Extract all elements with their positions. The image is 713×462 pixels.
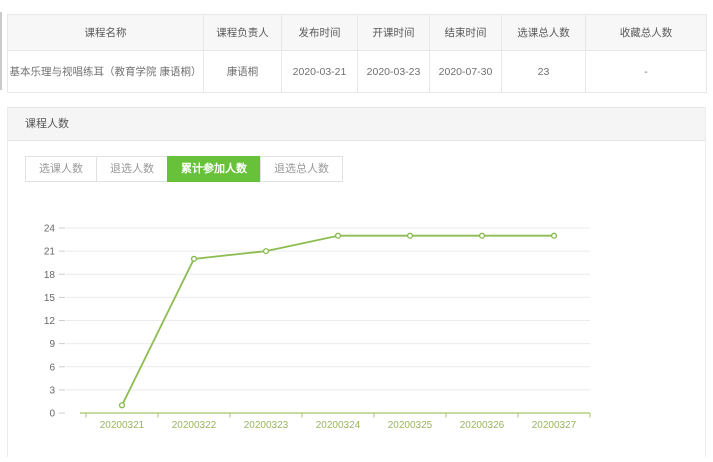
col-course-name: 课程名称 xyxy=(8,15,204,51)
y-tick-label: 6 xyxy=(49,362,55,373)
x-tick-label: 20200324 xyxy=(316,420,361,431)
cell-end-time: 2020-07-30 xyxy=(430,51,502,93)
col-start-time: 开课时间 xyxy=(358,15,430,51)
y-tick-label: 0 xyxy=(49,409,55,420)
chart-tab-bar: 选课人数 退选人数 累计参加人数 退选总人数 xyxy=(25,156,705,182)
cell-start-time: 2020-03-23 xyxy=(358,51,430,93)
data-point[interactable] xyxy=(192,256,197,261)
col-publish-time: 发布时间 xyxy=(282,15,358,51)
table-row: 基本乐理与视唱练耳（教育学院 康语桐） 康语桐 2020-03-21 2020-… xyxy=(8,51,707,93)
x-tick-label: 20200326 xyxy=(460,420,505,431)
cell-enroll-total: 23 xyxy=(502,51,586,93)
panel-title: 课程人数 xyxy=(8,107,705,141)
data-point[interactable] xyxy=(336,233,341,238)
y-tick-label: 21 xyxy=(44,247,56,258)
y-tick-label: 18 xyxy=(44,270,56,281)
cell-publish-time: 2020-03-21 xyxy=(282,51,358,93)
data-point[interactable] xyxy=(120,403,125,408)
y-tick-label: 3 xyxy=(49,385,55,396)
page-edge xyxy=(0,12,2,90)
data-point[interactable] xyxy=(408,233,413,238)
cell-favorite-total: - xyxy=(586,51,707,93)
x-tick-label: 20200321 xyxy=(100,420,145,431)
line-chart-svg[interactable]: 0 3 6 9 12 15 18 21 24 20200321 20200322 20200323 20… xyxy=(0,205,713,457)
x-tick-label: 20200325 xyxy=(388,420,433,431)
tab-enroll-count[interactable]: 选课人数 xyxy=(25,156,97,182)
x-tick-label: 20200323 xyxy=(244,420,289,431)
x-tick-label: 20200327 xyxy=(532,420,577,431)
col-course-leader: 课程负责人 xyxy=(204,15,282,51)
course-table: 课程名称 课程负责人 发布时间 开课时间 结束时间 选课总人数 收藏总人数 基本… xyxy=(7,14,707,93)
cell-course-name: 基本乐理与视唱练耳（教育学院 康语桐） xyxy=(8,51,204,93)
tab-drop-count[interactable]: 退选人数 xyxy=(96,156,168,182)
line-chart[interactable]: 0 3 6 9 12 15 18 21 24 20200321 20200322 20200323 20… xyxy=(0,205,713,457)
col-favorite-total: 收藏总人数 xyxy=(586,15,707,51)
col-enroll-total: 选课总人数 xyxy=(502,15,586,51)
cell-course-leader: 康语桐 xyxy=(204,51,282,93)
data-point[interactable] xyxy=(552,233,557,238)
tab-cumulative-count[interactable]: 累计参加人数 xyxy=(167,156,261,182)
col-end-time: 结束时间 xyxy=(430,15,502,51)
tab-drop-total-count[interactable]: 退选总人数 xyxy=(260,156,343,182)
y-tick-label: 24 xyxy=(44,224,56,235)
y-tick-label: 15 xyxy=(44,293,56,304)
table-header-row: 课程名称 课程负责人 发布时间 开课时间 结束时间 选课总人数 收藏总人数 xyxy=(8,15,707,51)
y-tick-label: 9 xyxy=(49,339,55,350)
y-tick-label: 12 xyxy=(44,316,56,327)
data-point[interactable] xyxy=(480,233,485,238)
data-point[interactable] xyxy=(264,249,269,254)
x-tick-label: 20200322 xyxy=(172,420,217,431)
